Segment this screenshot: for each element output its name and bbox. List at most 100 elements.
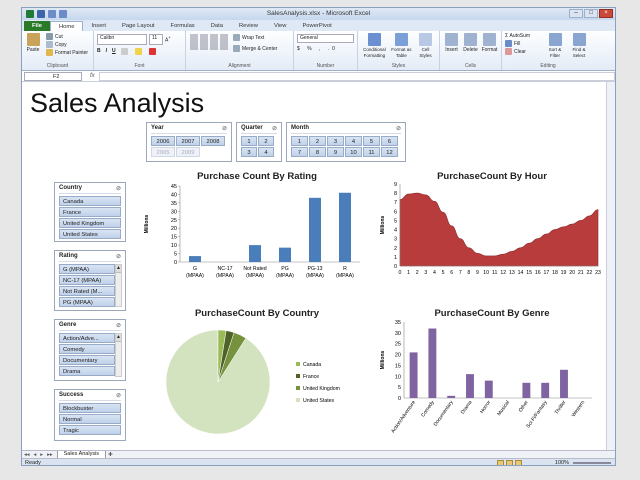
slicer-scrollbar[interactable]: ▲: [115, 264, 122, 307]
slicer-item-2009[interactable]: 2009: [176, 147, 200, 157]
tab-home[interactable]: Home: [50, 21, 84, 31]
chart-country[interactable]: Canada France United Kingdom United States: [140, 320, 370, 444]
slicer-item-normal[interactable]: Normal: [59, 414, 121, 424]
slicer-item-2007[interactable]: 2007: [176, 136, 200, 146]
slicer-item-documentary[interactable]: Documentary: [59, 355, 115, 365]
fill-button[interactable]: Fill: [505, 40, 530, 48]
slicer-item-month-12[interactable]: 12: [381, 147, 398, 157]
tab-view[interactable]: View: [266, 21, 294, 31]
minimize-button[interactable]: –: [569, 9, 583, 18]
borders-icon[interactable]: [120, 47, 128, 55]
italic-button[interactable]: I: [106, 48, 107, 55]
worksheet[interactable]: Sales Analysis Year ⊘ 2006 2007 2008 2005…: [22, 82, 607, 450]
zoom-level[interactable]: 100%: [555, 460, 569, 465]
scroll-up-icon[interactable]: ▲: [116, 265, 121, 273]
align-icons[interactable]: [190, 34, 228, 50]
font-size-select[interactable]: 11: [149, 34, 163, 45]
function-icon[interactable]: fx: [90, 73, 95, 79]
chart-hour[interactable]: Millions01234567890 1 2 3 4 5 6 7 8 9 10 11 12 13 14 15…: [378, 182, 604, 300]
slicer-item-month-1[interactable]: 1: [291, 136, 308, 146]
sheet-nav-first-icon[interactable]: ◂◂: [22, 452, 32, 458]
bold-button[interactable]: B: [97, 48, 101, 55]
clear-filter-icon[interactable]: ⊘: [116, 253, 121, 260]
slicer-item-month-5[interactable]: 5: [363, 136, 380, 146]
clear-filter-icon[interactable]: ⊘: [222, 125, 227, 132]
slicer-item-month-9[interactable]: 9: [327, 147, 344, 157]
tab-powerpivot[interactable]: PowerPivot: [294, 21, 339, 31]
font-name-select[interactable]: Calibri: [97, 34, 147, 45]
maximize-button[interactable]: □: [584, 9, 598, 18]
slicer-item-q3[interactable]: 3: [241, 147, 257, 157]
sheet-nav-prev-icon[interactable]: ◂: [32, 452, 39, 458]
slicer-item-month-7[interactable]: 7: [291, 147, 308, 157]
slicer-item-united-kingdom[interactable]: United Kingdom: [59, 218, 121, 228]
tab-page-layout[interactable]: Page Layout: [114, 21, 163, 31]
slicer-item-2006[interactable]: 2006: [151, 136, 175, 146]
slicer-item-canada[interactable]: Canada: [59, 196, 121, 206]
slicer-item-month-2[interactable]: 2: [309, 136, 326, 146]
tab-insert[interactable]: Insert: [83, 21, 114, 31]
sheet-nav-last-icon[interactable]: ▸▸: [45, 452, 55, 458]
slicer-item-france[interactable]: France: [59, 207, 121, 217]
formula-input[interactable]: [98, 71, 615, 81]
slicer-item-q4[interactable]: 4: [258, 147, 274, 157]
clear-button[interactable]: Clear: [505, 47, 530, 56]
slicer-item-month-6[interactable]: 6: [381, 136, 398, 146]
clear-filter-icon[interactable]: ⊘: [116, 322, 121, 329]
slicer-item-action[interactable]: Action/Adve...: [59, 333, 115, 343]
chart-rating[interactable]: Millions 0 5 10 15 20 25 30 35 40 45 G (MPAA) NC-17 (M…: [140, 182, 370, 300]
clear-filter-icon[interactable]: ⊘: [272, 125, 277, 132]
normal-view-icon[interactable]: [497, 460, 504, 465]
autosum-button[interactable]: Σ AutoSum: [505, 33, 530, 40]
grow-font-icon[interactable]: A+: [165, 34, 171, 45]
vertical-scrollbar[interactable]: [606, 82, 615, 450]
slicer-item-blockbuster[interactable]: Blockbuster: [59, 403, 121, 413]
slicer-item-2008[interactable]: 2008: [201, 136, 225, 146]
page-break-view-icon[interactable]: [515, 460, 522, 465]
slicer-item-not-rated[interactable]: Not Rated (M...: [59, 286, 115, 296]
paste-button[interactable]: Paste: [26, 33, 40, 54]
page-layout-view-icon[interactable]: [506, 460, 513, 465]
new-sheet-icon[interactable]: ✚: [106, 452, 115, 458]
tab-data[interactable]: Data: [203, 21, 231, 31]
clear-filter-icon[interactable]: ⊘: [116, 392, 121, 399]
clear-filter-icon[interactable]: ⊘: [116, 185, 121, 192]
format-painter-button[interactable]: Format Painter: [46, 48, 88, 57]
slicer-item-month-3[interactable]: 3: [327, 136, 344, 146]
name-box[interactable]: F2: [24, 71, 82, 81]
slicer-item-q1[interactable]: 1: [241, 136, 257, 146]
find-select-button[interactable]: Find & Select: [568, 33, 590, 59]
slicer-item-month-4[interactable]: 4: [345, 136, 362, 146]
slicer-item-comedy[interactable]: Comedy: [59, 344, 115, 354]
slicer-item-drama[interactable]: Drama: [59, 366, 115, 376]
tab-formulas[interactable]: Formulas: [163, 21, 203, 31]
clear-filter-icon[interactable]: ⊘: [396, 125, 401, 132]
slicer-item-nc17[interactable]: NC-17 (MPAA): [59, 275, 115, 285]
slicer-item-tragic[interactable]: Tragic: [59, 425, 121, 435]
number-format-icons[interactable]: $ % , .0: [297, 46, 354, 53]
number-format-select[interactable]: General: [297, 34, 354, 43]
close-button[interactable]: ×: [599, 9, 613, 18]
slicer-item-q2[interactable]: 2: [258, 136, 274, 146]
tab-review[interactable]: Review: [231, 21, 266, 31]
copy-button[interactable]: Copy: [46, 40, 88, 49]
sheet-nav-next-icon[interactable]: ▸: [38, 452, 45, 458]
wrap-text-button[interactable]: Wrap Text: [233, 34, 290, 42]
chart-genre[interactable]: Millions 0 5 10 15 20 25 30 35 Action/Adventure Co…: [378, 320, 604, 448]
slicer-item-pg[interactable]: PG (MPAA): [59, 297, 115, 307]
sort-filter-button[interactable]: Sort & Filter: [544, 33, 566, 59]
scroll-up-icon[interactable]: ▲: [116, 334, 121, 342]
slicer-scrollbar[interactable]: ▲: [115, 333, 122, 377]
slicer-item-united-states[interactable]: United States: [59, 229, 121, 239]
cut-button[interactable]: Cut: [46, 33, 88, 41]
slicer-item-2005[interactable]: 2005: [151, 147, 175, 157]
font-color-icon[interactable]: [148, 47, 156, 55]
slicer-item-g[interactable]: G (MPAA): [59, 264, 115, 274]
merge-center-button[interactable]: Merge & Center: [233, 44, 290, 53]
zoom-slider[interactable]: [573, 462, 611, 464]
fill-color-icon[interactable]: [134, 47, 142, 55]
underline-button[interactable]: U: [112, 48, 116, 55]
slicer-item-month-10[interactable]: 10: [345, 147, 362, 157]
slicer-item-month-11[interactable]: 11: [363, 147, 380, 157]
tab-file[interactable]: File: [24, 21, 50, 31]
